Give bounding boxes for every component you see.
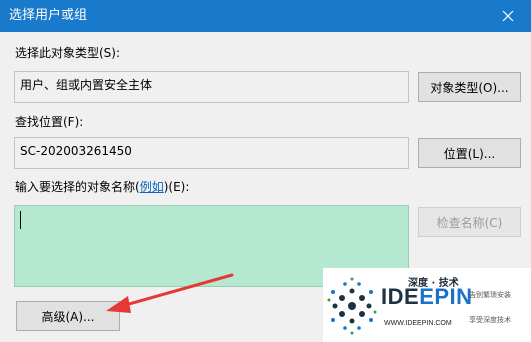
examples-link[interactable]: 例如 [140,180,164,194]
watermark-url: WWW.IDEEPIN.COM [384,320,452,327]
close-button[interactable] [485,0,531,32]
ideepin-logo-icon [327,277,377,335]
title-bar: 选择用户或组 [0,0,531,32]
watermark-brand: IDEEPIN [381,284,473,309]
watermark-tagline-2: 享受深度技术 [469,316,511,324]
location-label: 查找位置(F): [15,115,84,129]
location-field: SC-202003261450 [14,137,409,169]
advanced-button[interactable]: 高级(A)... [16,301,120,331]
names-label-prefix: 输入要选择的对象名称( [15,180,140,194]
locations-button[interactable]: 位置(L)... [418,138,521,168]
window-title: 选择用户或组 [9,8,88,23]
check-names-button[interactable]: 检查名称(C) [418,207,521,237]
object-types-button[interactable]: 对象类型(O)... [418,72,521,102]
text-caret [20,211,21,229]
watermark-tagline-1: 告别繁琐安装 [469,291,511,299]
location-value: SC-202003261450 [20,144,132,158]
object-type-label: 选择此对象类型(S): [15,46,121,60]
names-label-suffix: )(E): [163,180,190,194]
names-label: 输入要选择的对象名称(例如)(E): [15,179,189,195]
close-icon [502,10,514,22]
object-type-value: 用户、组或内置安全主体 [20,78,153,92]
watermark-logo: 深度 · 技术 IDEEPIN 告别繁琐安装 享受深度技术 WWW.IDEEPI… [323,268,531,342]
object-type-field: 用户、组或内置安全主体 [14,71,409,103]
